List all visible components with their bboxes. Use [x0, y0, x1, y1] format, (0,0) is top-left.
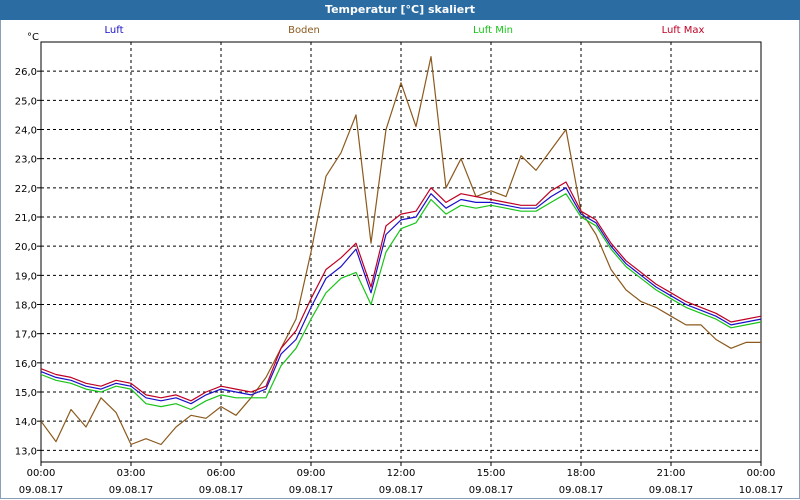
y-tick-label: 16,0	[15, 359, 37, 370]
x-tick-date: 09.08.17	[289, 485, 334, 496]
y-tick-label: 19,0	[15, 271, 37, 282]
x-tick-date: 09.08.17	[199, 485, 244, 496]
y-tick-label: 22,0	[15, 184, 37, 195]
x-tick-time: 00:00	[27, 468, 56, 479]
x-tick-time: 06:00	[207, 468, 236, 479]
x-tick-date: 09.08.17	[379, 485, 424, 496]
chart-frame: 13,0 14,0 15,0 16,0 17,0 18,0 19,0 20,0 21,0 22,0…	[0, 20, 800, 499]
y-tick-label: 17,0	[15, 330, 37, 341]
x-tick-time: 18:00	[567, 468, 596, 479]
x-tick-time: 12:00	[387, 468, 416, 479]
y-tick-label: 23,0	[15, 155, 37, 166]
x-tick-date: 10.08.17	[739, 485, 784, 496]
x-tick-time: 15:00	[477, 468, 506, 479]
y-tick-label: 18,0	[15, 301, 37, 312]
x-tick-date: 09.08.17	[19, 485, 64, 496]
y-tick-label: 15,0	[15, 388, 37, 399]
x-tick-date: 09.08.17	[469, 485, 514, 496]
legend-boden: Boden	[288, 25, 320, 36]
y-tick-label: 24,0	[15, 126, 37, 137]
x-tick-time: 09:00	[297, 468, 326, 479]
y-tick-label: 20,0	[15, 242, 37, 253]
legend-luft-max: Luft Max	[662, 25, 705, 36]
x-tick-date: 09.08.17	[109, 485, 154, 496]
y-tick-label: 26,0	[15, 67, 37, 78]
x-tick-time: 00:00	[747, 468, 776, 479]
x-tick-time: 21:00	[657, 468, 686, 479]
y-axis-unit: °C	[27, 32, 39, 43]
y-tick-label: 13,0	[15, 446, 37, 457]
y-tick-label: 21,0	[15, 213, 37, 224]
chart-title: Temperatur [°C] skaliert	[325, 3, 475, 16]
temperature-chart: 13,0 14,0 15,0 16,0 17,0 18,0 19,0 20,0 21,0 22,0…	[15, 25, 784, 496]
y-tick-label: 25,0	[15, 96, 37, 107]
x-tick-date: 09.08.17	[559, 485, 604, 496]
x-tick-date: 09.08.17	[649, 485, 694, 496]
x-tick-time: 03:00	[117, 468, 146, 479]
legend-luft: Luft	[105, 25, 124, 36]
y-tick-label: 14,0	[15, 417, 37, 428]
legend-luft-min: Luft Min	[473, 25, 513, 36]
